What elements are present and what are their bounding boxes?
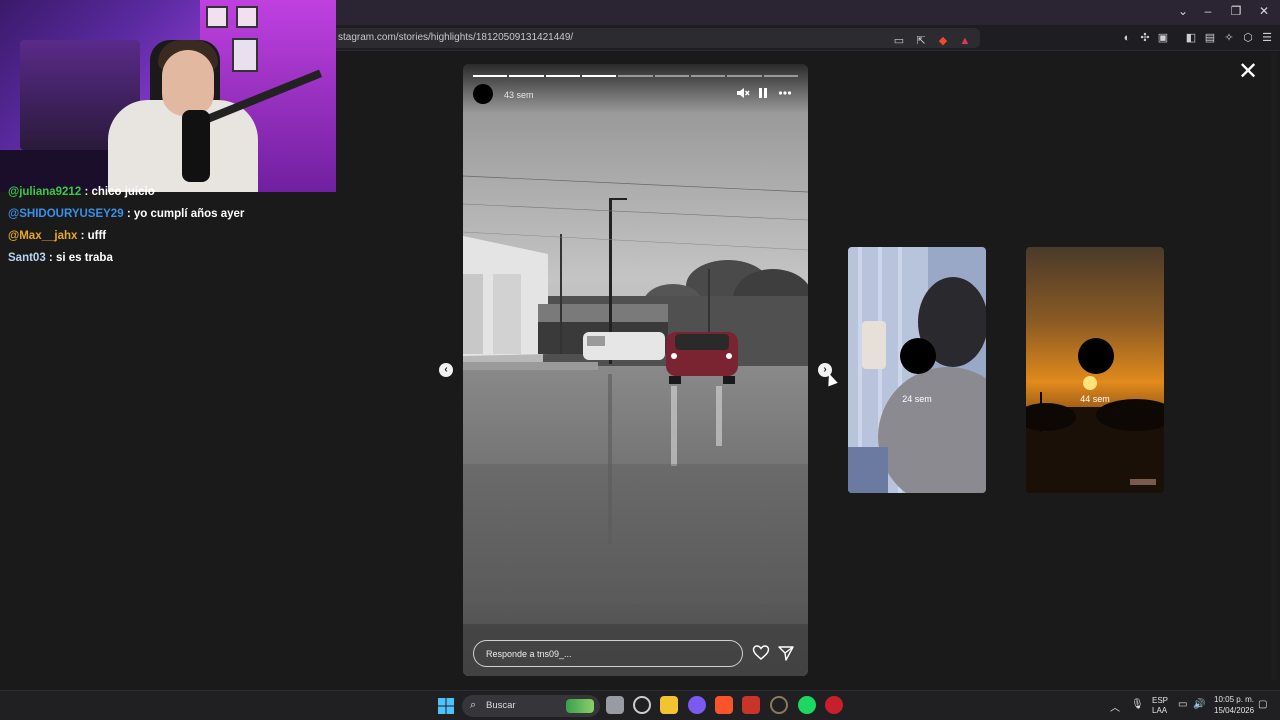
chat-message: @SHIDOURYUSEY29 : yo cumplí años ayer (8, 208, 244, 220)
clock-date[interactable]: 15/04/2026 (1214, 706, 1254, 715)
cam-microphone (182, 110, 210, 182)
taskbar: ⌕ Buscar ︿ 🎙 ESP LAA ▭ 🔊 10:05 p. m. 15/… (0, 690, 1280, 720)
progress-segment (473, 75, 508, 77)
webcam-overlay (0, 0, 336, 192)
chat-username: @SHIDOURYUSEY29 (8, 208, 124, 220)
story-thumbnail[interactable]: 24 sem (848, 247, 986, 493)
heart-icon[interactable] (752, 644, 770, 662)
mute-icon[interactable] (735, 86, 751, 102)
chat-username: Sant03 (8, 252, 46, 264)
language-code[interactable]: ESP (1152, 696, 1168, 705)
tray-chevron-icon[interactable]: ︿ (1110, 699, 1120, 714)
cast-icon[interactable]: ▭ (892, 34, 906, 48)
spotify-icon[interactable] (798, 696, 816, 714)
window-close-button[interactable]: ✕ (1254, 4, 1274, 18)
recorder-icon[interactable] (825, 696, 843, 714)
leo-ai-icon[interactable]: ✧ (1222, 31, 1236, 45)
reply-input[interactable]: Responde a tns09_... (473, 640, 743, 667)
chat-text: : yo cumplí años ayer (126, 208, 245, 220)
clock-time[interactable]: 10:05 p. m. (1214, 695, 1254, 704)
file-explorer-icon[interactable] (660, 696, 678, 714)
taskbar-search[interactable]: ⌕ Buscar (462, 695, 600, 717)
app-icon[interactable] (742, 696, 760, 714)
page-scrollbar[interactable] (1271, 52, 1277, 680)
wallet-panel-icon[interactable]: ▤ (1203, 31, 1217, 45)
story-viewer[interactable]: 43 sem Responde a tns09_... (463, 64, 808, 676)
discord-icon[interactable] (688, 696, 706, 714)
progress-segment (618, 75, 653, 77)
chat-message: @juliana9212 : chico juicio (8, 186, 155, 198)
cam-frame (232, 38, 258, 72)
more-icon[interactable] (777, 86, 793, 102)
progress-segment (582, 75, 617, 77)
thumbnail-avatar (1078, 338, 1114, 374)
brave-icon[interactable] (715, 696, 733, 714)
progress-segment (509, 75, 544, 77)
brave-shield-icon[interactable]: ◆ (936, 34, 950, 48)
cam-frame (206, 6, 228, 28)
story-thumbnail[interactable]: 44 sem (1026, 247, 1164, 493)
story-image (463, 64, 808, 676)
extensions-icon[interactable]: ✣ (1138, 31, 1152, 45)
mouse-cursor (824, 371, 838, 387)
progress-segment (691, 75, 726, 77)
thumbnail-time: 44 sem (1080, 394, 1110, 404)
thumbnail-time: 24 sem (902, 394, 932, 404)
previous-story-button[interactable]: ‹ (439, 363, 453, 377)
story-time: 43 sem (504, 90, 534, 100)
language-layout[interactable]: LAA (1152, 706, 1167, 715)
screen: ⌄ – ❐ ✕ stagram.com/stories/highlights/1… (0, 0, 1280, 720)
brave-rewards-icon[interactable]: ▲ (958, 34, 972, 48)
maximize-button[interactable]: ❐ (1226, 4, 1246, 18)
cam-frame (236, 6, 258, 28)
screenshot-icon[interactable]: ▣ (1156, 31, 1170, 45)
pause-icon[interactable] (755, 86, 771, 102)
volume-icon[interactable]: 🔊 (1193, 699, 1205, 710)
chat-message: @Max__jahx : ufff (8, 230, 106, 242)
thumbnail-avatar (900, 338, 936, 374)
send-icon[interactable] (777, 644, 795, 662)
story-avatar[interactable] (473, 84, 493, 104)
cam-streamer-head (162, 50, 214, 116)
search-highlight-icon (566, 699, 594, 713)
close-viewer-button[interactable]: ✕ (1238, 60, 1258, 84)
network-icon[interactable]: ▭ (1178, 699, 1187, 710)
chat-text: : ufff (80, 230, 107, 242)
search-icon: ⌕ (470, 699, 477, 711)
progress-segment (654, 75, 689, 77)
chat-text: : si es traba (48, 252, 113, 264)
sidebar-icon[interactable]: ◧ (1184, 31, 1198, 45)
task-view-icon[interactable] (606, 696, 624, 714)
start-button[interactable] (438, 698, 454, 714)
tab-list-button[interactable]: ⌄ (1173, 4, 1193, 18)
progress-segment (727, 75, 762, 77)
url-field[interactable]: stagram.com/stories/highlights/181205091… (330, 28, 980, 48)
search-label: Buscar (486, 700, 516, 711)
vpn-icon[interactable]: ⬡ (1241, 31, 1255, 45)
chat-message: Sant03 : si es traba (8, 252, 113, 264)
progress-segment (763, 75, 798, 77)
chat-text: : chico juicio (84, 186, 155, 198)
url-text: stagram.com/stories/highlights/181205091… (338, 32, 574, 43)
notification-icon[interactable]: ▢ (1258, 699, 1267, 710)
progress-segment (545, 75, 580, 77)
menu-icon[interactable]: ☰ (1260, 31, 1274, 45)
chrome-icon[interactable] (633, 696, 651, 714)
minimize-button[interactable]: – (1198, 4, 1218, 18)
obs-icon[interactable] (770, 696, 788, 714)
reply-placeholder: Responde a tns09_... (486, 649, 572, 659)
chat-username: @Max__jahx (8, 230, 78, 242)
wallet-icon[interactable]: ◐ (1120, 31, 1134, 45)
chat-username: @juliana9212 (8, 186, 82, 198)
microphone-icon[interactable]: 🎙 (1131, 699, 1144, 710)
share-icon[interactable]: ⇱ (914, 34, 928, 48)
